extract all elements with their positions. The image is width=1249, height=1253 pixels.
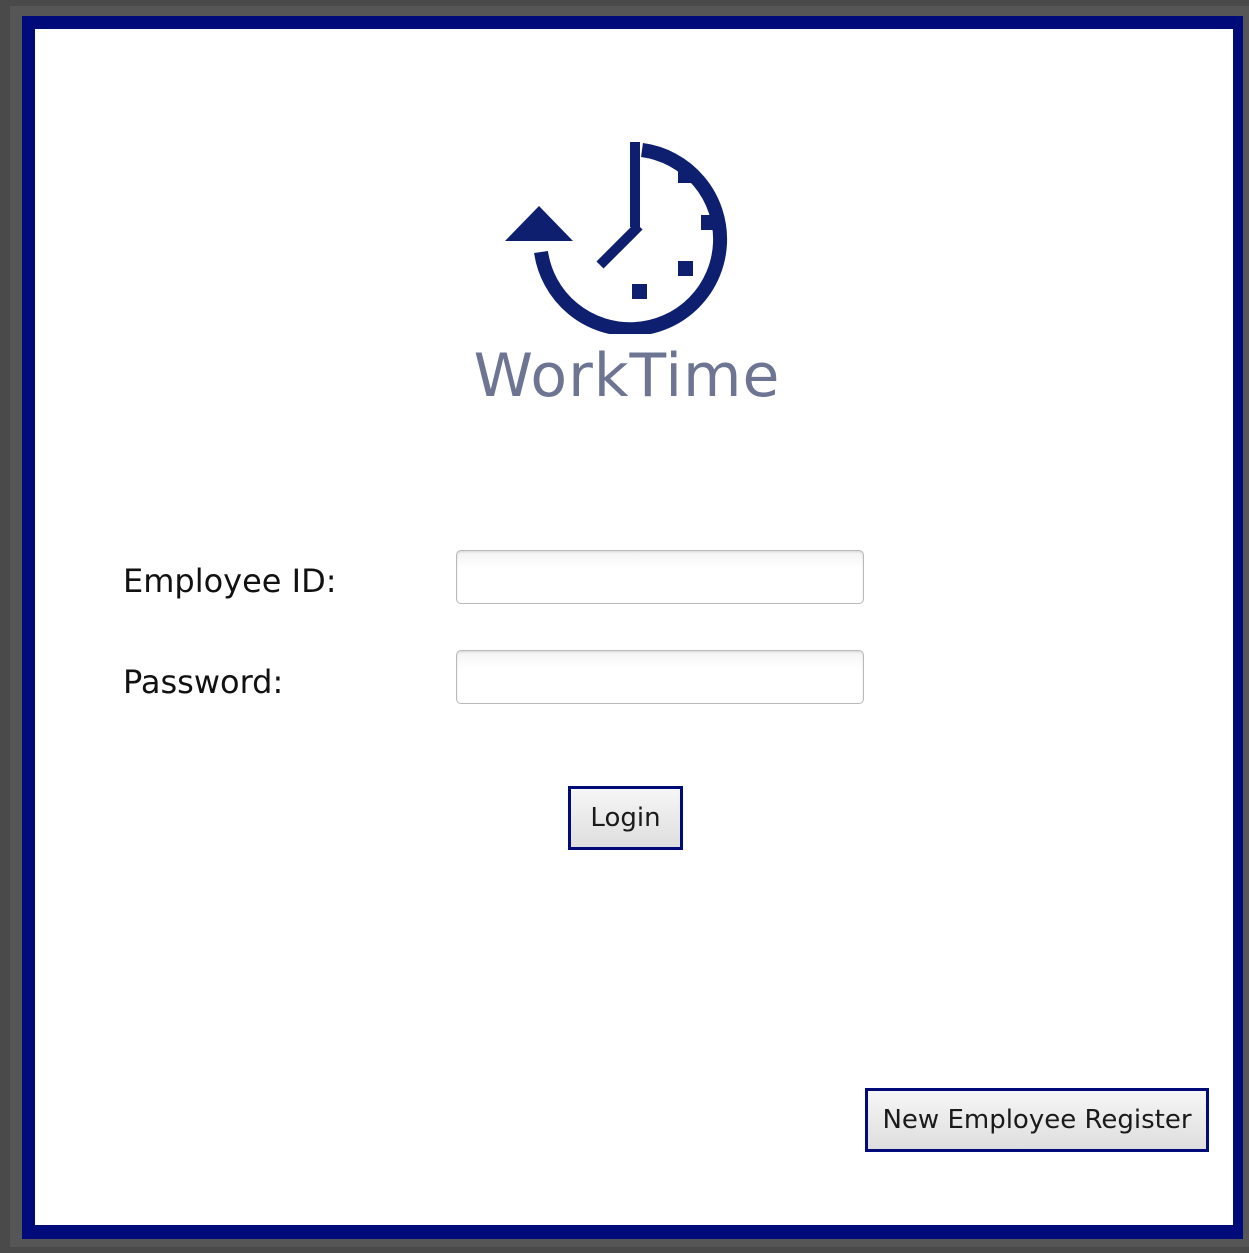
password-label: Password: [123, 663, 284, 701]
login-panel: WorkTime Employee ID: Password: Login Ne… [35, 29, 1233, 1225]
clock-history-icon [505, 142, 728, 334]
employee-id-label: Employee ID: [123, 562, 337, 600]
brand-logo-text: WorkTime [473, 341, 781, 411]
login-button[interactable]: Login [568, 786, 683, 850]
password-input[interactable] [456, 650, 864, 704]
employee-id-input[interactable] [456, 550, 864, 604]
new-employee-register-button[interactable]: New Employee Register [865, 1088, 1209, 1152]
